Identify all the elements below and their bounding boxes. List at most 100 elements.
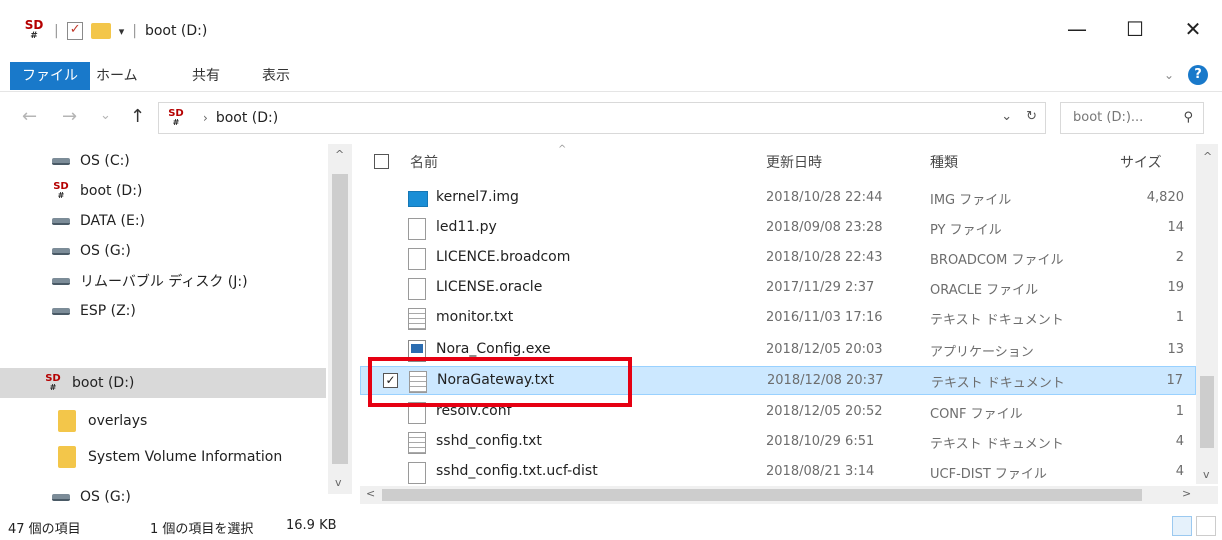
file-icon [408,218,426,240]
select-all-checkbox[interactable] [374,154,389,169]
file-size: 17 [1166,373,1183,388]
file-type: ORACLE ファイル [930,283,1039,298]
drive-icon [52,247,70,255]
scroll-up-icon[interactable]: ^ [1203,150,1212,163]
sd-card-icon: SD # [24,18,44,41]
up-button[interactable]: ↑ [130,106,145,127]
close-button[interactable]: ✕ [1164,0,1222,58]
nav-item-os-g-2[interactable]: OS (G:) [0,482,326,512]
file-row[interactable]: monitor.txt 2016/11/03 17:16 テキスト ドキュメント… [360,304,1196,333]
path-chevron-icon[interactable]: › [203,111,208,125]
filelist-horizontal-scrollbar[interactable]: < > [360,486,1218,504]
minimize-button[interactable]: — [1048,0,1106,58]
file-size: 4 [1175,464,1184,479]
filelist-vertical-scrollbar[interactable]: ^ v [1196,144,1218,484]
file-name: kernel7.img [436,189,519,205]
title-bar: SD# | ▾ | boot (D:) — ☐ ✕ [0,0,1222,58]
nav-item-label: boot (D:) [80,183,143,199]
column-type[interactable]: 種類 [930,152,958,172]
back-button[interactable]: ← [22,106,37,127]
file-row[interactable]: led11.py 2018/09/08 23:28 PY ファイル 14 [360,214,1196,243]
file-row[interactable]: kernel7.img 2018/10/28 22:44 IMG ファイル 4,… [360,184,1196,213]
item-count: 47 個の項目 [8,522,81,537]
folder-icon [58,410,76,432]
sd-card-icon: SD # [168,108,184,128]
search-icon[interactable]: ⚲ [1183,103,1193,133]
horizontal-scroll-thumb[interactable] [382,489,1142,501]
breadcrumb-boot[interactable]: boot (D:) [216,110,278,126]
new-folder-icon[interactable] [90,23,111,39]
nav-item-boot-d[interactable]: SD # boot (D:) [0,176,326,206]
maximize-button[interactable]: ☐ [1106,0,1164,58]
file-row[interactable]: resolv.conf 2018/12/05 20:52 CONF ファイル 1 [360,398,1196,427]
address-dropdown-icon[interactable]: ⌄ [1001,109,1012,124]
navpane-scroll-thumb[interactable] [332,174,348,464]
nav-item-boot-d-selected[interactable]: SD # boot (D:) [0,368,326,398]
nav-item-os-c[interactable]: OS (C:) [0,146,326,176]
text-file-icon [409,371,427,393]
file-row[interactable]: LICENCE.broadcom 2018/10/28 22:43 BROADC… [360,244,1196,273]
file-row-selected[interactable]: ✓ NoraGateway.txt 2018/12/08 20:37 テキスト … [360,366,1196,395]
navigation-pane: OS (C:) SD # boot (D:) DATA (E:) OS (G:) … [0,144,352,516]
tab-file[interactable]: ファイル [10,62,90,90]
nav-item-overlays[interactable]: overlays [0,406,326,436]
file-row[interactable]: sshd_config.txt.ucf-dist 2018/08/21 3:14… [360,458,1196,484]
navpane-scrollbar[interactable]: ^ v [328,144,352,494]
scroll-down-icon[interactable]: v [1203,468,1210,481]
file-name: NoraGateway.txt [437,372,554,388]
details-view-button[interactable] [1172,516,1192,536]
search-input[interactable]: boot (D:)... ⚲ [1060,102,1204,134]
nav-item-system-volume-information[interactable]: System Volume Information [0,442,326,472]
nav-item-esp-z[interactable]: ESP (Z:) [0,296,326,326]
file-name: LICENSE.oracle [436,279,543,295]
tab-home[interactable]: ホーム [84,62,150,90]
expand-ribbon-icon[interactable]: ⌄ [1164,68,1174,82]
column-date[interactable]: 更新日時 [766,152,822,172]
refresh-icon[interactable]: ↻ [1026,109,1037,124]
nav-item-label: リムーバブル ディスク (J:) [80,274,248,290]
row-checkbox[interactable]: ✓ [383,373,398,388]
scroll-right-icon[interactable]: > [1182,487,1191,500]
ribbon-right-controls: ⌄ ? [1164,65,1208,85]
file-date: 2017/11/29 2:37 [766,280,875,295]
quick-access-toolbar: SD# | ▾ | boot (D:) [22,18,208,42]
nav-item-data-e[interactable]: DATA (E:) [0,206,326,236]
file-icon [408,462,426,484]
file-type: アプリケーション [930,345,1034,360]
large-icons-view-button[interactable] [1196,516,1216,536]
file-date: 2018/12/08 20:37 [767,373,884,388]
column-name[interactable]: 名前 [410,152,438,172]
text-file-icon [408,432,426,454]
nav-item-os-g[interactable]: OS (G:) [0,236,326,266]
properties-icon[interactable] [66,22,83,40]
help-icon[interactable]: ? [1188,65,1208,85]
nav-item-label: overlays [88,413,148,429]
file-name: LICENCE.broadcom [436,249,571,265]
file-type: テキスト ドキュメント [931,376,1065,391]
column-headers: 名前 ^ 更新日時 種類 サイズ [360,144,1196,180]
scroll-down-icon[interactable]: v [335,476,342,489]
status-bar: 47 個の項目 1 個の項目を選択 16.9 KB [0,512,1222,540]
file-row[interactable]: Nora_Config.exe 2018/12/05 20:03 アプリケーショ… [360,336,1196,365]
address-bar[interactable]: SD # › boot (D:) ⌄ ↻ [158,102,1046,134]
recent-locations-button[interactable]: ⌄ [100,108,111,123]
file-type: UCF-DIST ファイル [930,467,1047,482]
file-size: 4 [1175,434,1184,449]
file-type: テキスト ドキュメント [930,313,1064,328]
tab-share[interactable]: 共有 [180,62,232,90]
qat-customize-icon[interactable]: ▾ [119,25,125,38]
file-row[interactable]: sshd_config.txt 2018/10/29 6:51 テキスト ドキュ… [360,428,1196,457]
filelist-scroll-thumb[interactable] [1200,376,1214,448]
forward-button[interactable]: → [62,106,77,127]
file-size: 1 [1175,404,1184,419]
scroll-left-icon[interactable]: < [366,487,375,500]
tab-view[interactable]: 表示 [250,62,302,90]
file-icon [408,278,426,300]
selection-size: 16.9 KB [286,518,337,533]
nav-item-removable-j[interactable]: リムーバブル ディスク (J:) [0,266,326,296]
window-controls: — ☐ ✕ [1048,0,1222,58]
image-file-icon [408,191,428,207]
scroll-up-icon[interactable]: ^ [335,148,344,161]
column-size[interactable]: サイズ [1120,152,1162,172]
file-row[interactable]: LICENSE.oracle 2017/11/29 2:37 ORACLE ファ… [360,274,1196,303]
